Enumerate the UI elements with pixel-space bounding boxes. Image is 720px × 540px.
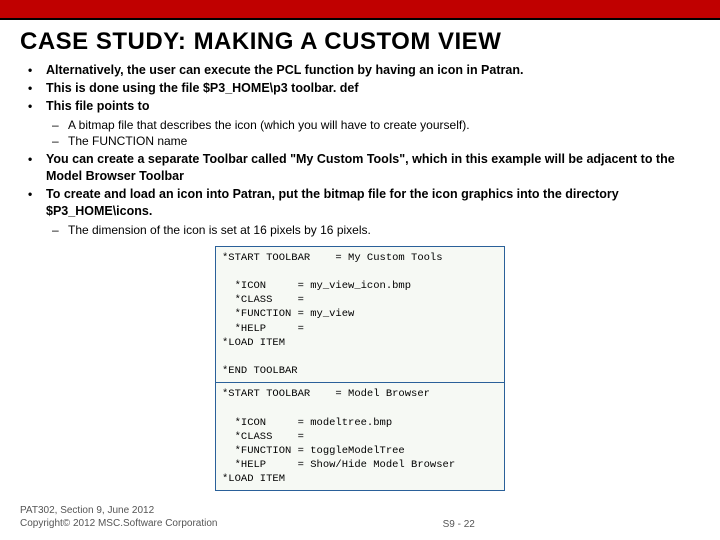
code-line: *LOAD ITEM <box>222 337 285 349</box>
bullet-item: Alternatively, the user can execute the … <box>26 62 700 79</box>
code-line: *FUNCTION = toggleModelTree <box>222 445 405 457</box>
footer-page: S9 - 22 <box>217 519 700 530</box>
footer-left: PAT302, Section 9, June 2012 Copyright© … <box>20 505 217 530</box>
sub-bullet-list: The dimension of the icon is set at 16 p… <box>46 222 700 238</box>
code-divider <box>216 382 504 383</box>
code-line: *END TOOLBAR <box>222 365 298 377</box>
header-red-bar <box>0 0 720 18</box>
code-line: *FUNCTION = my_view <box>222 308 354 320</box>
sub-bullet-item: A bitmap file that describes the icon (w… <box>50 117 700 133</box>
bullet-text: This file points to <box>46 99 149 113</box>
sub-bullet-item: The dimension of the icon is set at 16 p… <box>50 222 700 238</box>
code-line: *LOAD ITEM <box>222 473 285 485</box>
code-line: *START TOOLBAR = Model Browser <box>222 388 430 400</box>
code-line: *START TOOLBAR = My Custom Tools <box>222 252 443 264</box>
code-line: *HELP = <box>222 323 304 335</box>
footer: PAT302, Section 9, June 2012 Copyright© … <box>20 505 700 530</box>
footer-line: PAT302, Section 9, June 2012 <box>20 505 217 518</box>
sub-bullet-item: The FUNCTION name <box>50 133 700 149</box>
code-line: *CLASS = <box>222 431 304 443</box>
slide-content: CASE STUDY: MAKING A CUSTOM VIEW Alterna… <box>0 20 720 491</box>
bullet-item: This is done using the file $P3_HOME\p3 … <box>26 80 700 97</box>
bullet-list: Alternatively, the user can execute the … <box>20 62 700 238</box>
bullet-item: To create and load an icon into Patran, … <box>26 186 700 238</box>
page-title: CASE STUDY: MAKING A CUSTOM VIEW <box>20 28 700 56</box>
code-line: *ICON = my_view_icon.bmp <box>222 280 411 292</box>
code-line: *HELP = Show/Hide Model Browser <box>222 459 455 471</box>
code-line: *CLASS = <box>222 294 304 306</box>
code-block: *START TOOLBAR = My Custom Tools *ICON =… <box>215 246 505 492</box>
bullet-item: You can create a separate Toolbar called… <box>26 151 700 185</box>
sub-bullet-list: A bitmap file that describes the icon (w… <box>46 117 700 149</box>
code-line: *ICON = modeltree.bmp <box>222 417 392 429</box>
footer-line: Copyright© 2012 MSC.Software Corporation <box>20 518 217 531</box>
bullet-item: This file points to A bitmap file that d… <box>26 98 700 149</box>
bullet-text: To create and load an icon into Patran, … <box>46 187 619 218</box>
